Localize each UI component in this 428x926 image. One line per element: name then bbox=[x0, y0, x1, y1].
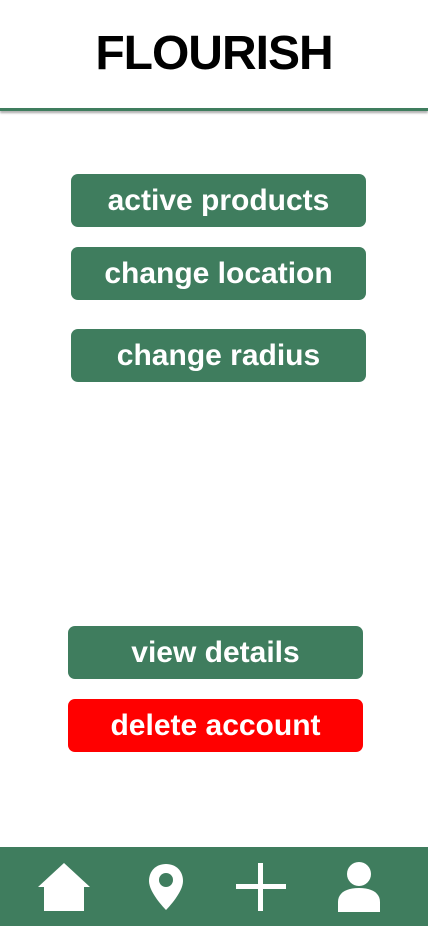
app-header: FLOURISH bbox=[0, 0, 428, 108]
nav-home[interactable] bbox=[34, 859, 94, 915]
delete-account-button[interactable]: delete account bbox=[68, 699, 363, 752]
nav-profile[interactable] bbox=[329, 859, 389, 915]
change-radius-button[interactable]: change radius bbox=[71, 329, 366, 382]
app-title: FLOURISH bbox=[95, 26, 333, 80]
view-details-button[interactable]: view details bbox=[68, 626, 363, 679]
header-divider bbox=[0, 108, 428, 111]
home-icon bbox=[38, 863, 90, 911]
change-location-button[interactable]: change location bbox=[71, 247, 366, 300]
nav-add[interactable] bbox=[231, 859, 291, 915]
plus-icon bbox=[236, 863, 286, 911]
active-products-button[interactable]: active products bbox=[71, 174, 366, 227]
bottom-nav-bar bbox=[0, 847, 428, 926]
user-icon bbox=[338, 862, 380, 912]
location-pin-icon bbox=[149, 864, 183, 910]
nav-location[interactable] bbox=[136, 859, 196, 915]
settings-screen: FLOURISH active products change location… bbox=[0, 0, 428, 926]
